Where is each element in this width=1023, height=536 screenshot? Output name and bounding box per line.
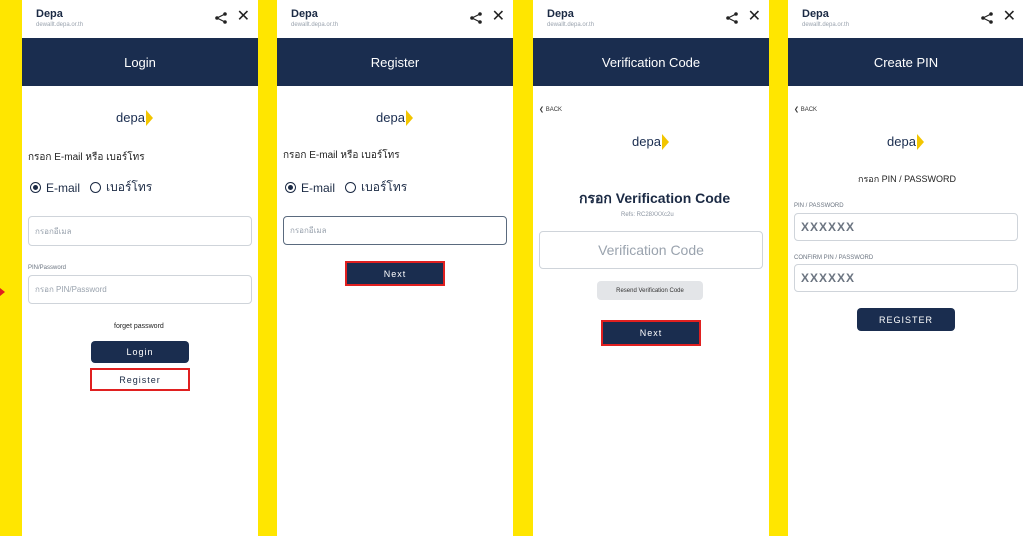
close-icon[interactable]: ✕ [237, 8, 250, 26]
contact-type-radio-group: E-mail เบอร์โทร [285, 178, 407, 197]
browser-topbar: Depa dewallt.depa.or.th ✕ [22, 0, 258, 38]
app-url: dewallt.depa.or.th [547, 22, 595, 28]
register-button[interactable]: Register [90, 368, 190, 391]
browser-topbar: Depa dewallt.depa.or.th ✕ [277, 0, 513, 38]
chevron-left-icon: ❮ [794, 107, 801, 113]
next-button[interactable]: Next [601, 320, 701, 346]
pin-label: PIN/Password [28, 265, 67, 271]
app-name: Depa [291, 8, 318, 20]
login-prompt: กรอก E-mail หรือ เบอร์โทร [28, 152, 145, 163]
logo-text: depa [887, 134, 916, 149]
radio-phone-label: เบอร์โทร [106, 180, 153, 194]
email-input[interactable]: กรอกอีเมล [283, 216, 507, 245]
next-button[interactable]: Next [345, 261, 445, 286]
contact-type-radio-group: E-mail เบอร์โทร [30, 178, 152, 197]
annotation-arrow [0, 288, 5, 296]
radio-email[interactable] [30, 182, 41, 193]
logo-text: depa [376, 110, 405, 125]
radio-phone-label: เบอร์โทร [361, 180, 408, 194]
confirm-pin-input[interactable]: XXXXXX [794, 264, 1018, 292]
forget-password-link[interactable]: forget password [114, 323, 164, 330]
back-label: BACK [800, 107, 818, 113]
logo-mark-icon [661, 134, 669, 150]
depa-logo: depa [887, 134, 924, 150]
radio-phone[interactable] [345, 182, 357, 193]
close-icon[interactable]: ✕ [1003, 8, 1016, 26]
screen-title: Register [277, 38, 513, 86]
close-icon[interactable]: ✕ [492, 8, 505, 26]
app-name: Depa [547, 8, 574, 20]
screen-title: Create PIN [788, 38, 1023, 86]
radio-email-label: E-mail [301, 180, 336, 195]
screen-title: Login [22, 38, 258, 86]
email-input[interactable]: กรอกอีเมล [28, 216, 252, 246]
depa-logo: depa [116, 110, 153, 126]
reference-code: Refs: RC28XXXc2u [621, 212, 674, 218]
depa-logo: depa [632, 134, 669, 150]
radio-phone[interactable] [90, 182, 102, 193]
logo-mark-icon [405, 110, 413, 126]
share-icon[interactable] [469, 11, 483, 25]
login-button[interactable]: Login [91, 341, 189, 363]
app-url: dewallt.depa.or.th [291, 22, 339, 28]
resend-code-button[interactable]: Resend Verification Code [597, 281, 703, 300]
share-icon[interactable] [980, 11, 994, 25]
back-link[interactable]: ❮ BACK [539, 106, 562, 113]
pin-heading: กรอก PIN / PASSWORD [858, 174, 956, 184]
logo-mark-icon [145, 110, 153, 126]
app-url: dewallt.depa.or.th [802, 22, 850, 28]
share-icon[interactable] [725, 11, 739, 25]
verification-screen: Depa dewallt.depa.or.th ✕ Verification C… [533, 0, 769, 536]
register-button[interactable]: REGISTER [857, 308, 955, 331]
screen-title: Verification Code [533, 38, 769, 86]
app-name: Depa [36, 8, 63, 20]
depa-logo: depa [376, 110, 413, 126]
logo-text: depa [116, 110, 145, 125]
browser-topbar: Depa dewallt.depa.or.th ✕ [533, 0, 769, 38]
login-screen: Depa dewallt.depa.or.th ✕ Login depa กรอ… [22, 0, 258, 536]
chevron-left-icon: ❮ [539, 107, 546, 113]
back-label: BACK [545, 107, 563, 113]
pin-input[interactable]: XXXXXX [794, 213, 1018, 241]
create-pin-screen: Depa dewallt.depa.or.th ✕ Create PIN ❮ B… [788, 0, 1023, 536]
share-icon[interactable] [214, 11, 228, 25]
verification-code-input[interactable]: Verification Code [539, 231, 763, 269]
browser-topbar: Depa dewallt.depa.or.th ✕ [788, 0, 1023, 38]
radio-email-label: E-mail [46, 180, 81, 195]
pin-input[interactable]: กรอก PIN/Password [28, 275, 252, 304]
verification-heading: กรอก Verification Code [579, 190, 731, 206]
radio-email[interactable] [285, 182, 296, 193]
back-link[interactable]: ❮ BACK [794, 106, 817, 113]
pin-label: PIN / PASSWORD [794, 203, 844, 209]
register-screen: Depa dewallt.depa.or.th ✕ Register depa … [277, 0, 513, 536]
confirm-pin-label: CONFIRM PIN / PASSWORD [794, 255, 874, 261]
close-icon[interactable]: ✕ [748, 8, 761, 26]
register-prompt: กรอก E-mail หรือ เบอร์โทร [283, 150, 400, 161]
logo-text: depa [632, 134, 661, 149]
app-name: Depa [802, 8, 829, 20]
app-url: dewallt.depa.or.th [36, 22, 84, 28]
logo-mark-icon [916, 134, 924, 150]
